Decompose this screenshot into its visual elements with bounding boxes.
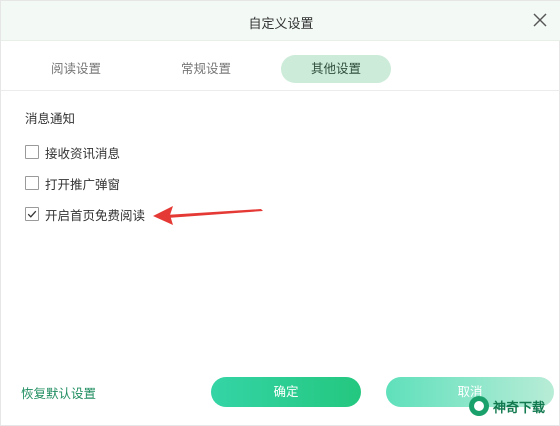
option-receive-news[interactable]: 接收资讯消息: [25, 143, 120, 161]
close-button[interactable]: [527, 7, 553, 33]
section-title-notifications: 消息通知: [25, 111, 76, 126]
watermark-text: 神奇下载: [493, 400, 546, 416]
tab-reading-settings[interactable]: 阅读设置: [31, 55, 121, 83]
tab-other-settings[interactable]: 其他设置: [281, 55, 391, 83]
checkbox-free-reading[interactable]: [25, 207, 39, 221]
settings-dialog: 自定义设置 阅读设置 常规设置 其他设置 消息通知 接收资讯消息 打开推广弹窗 …: [0, 0, 560, 426]
option-label: 开启首页免费阅读: [45, 207, 146, 223]
restore-defaults-link[interactable]: 恢复默认设置: [21, 383, 96, 402]
tab-general-settings[interactable]: 常规设置: [161, 55, 251, 83]
settings-tabs: 阅读设置 常规设置 其他设置: [1, 51, 560, 91]
ok-button[interactable]: 确定: [211, 377, 361, 407]
checkbox-promo-popup[interactable]: [25, 176, 39, 190]
option-label: 接收资讯消息: [45, 145, 121, 161]
watermark-logo-icon: [469, 396, 489, 416]
watermark: 神奇下载: [469, 391, 559, 421]
check-icon: [27, 210, 37, 218]
close-icon: [533, 13, 547, 27]
option-free-reading[interactable]: 开启首页免费阅读: [25, 205, 145, 223]
dialog-title: 自定义设置: [248, 17, 314, 32]
option-promo-popup[interactable]: 打开推广弹窗: [25, 174, 120, 192]
checkbox-receive-news[interactable]: [25, 145, 39, 159]
title-bar: 自定义设置: [1, 1, 560, 41]
option-label: 打开推广弹窗: [45, 176, 121, 192]
annotation-arrow: [153, 206, 263, 225]
